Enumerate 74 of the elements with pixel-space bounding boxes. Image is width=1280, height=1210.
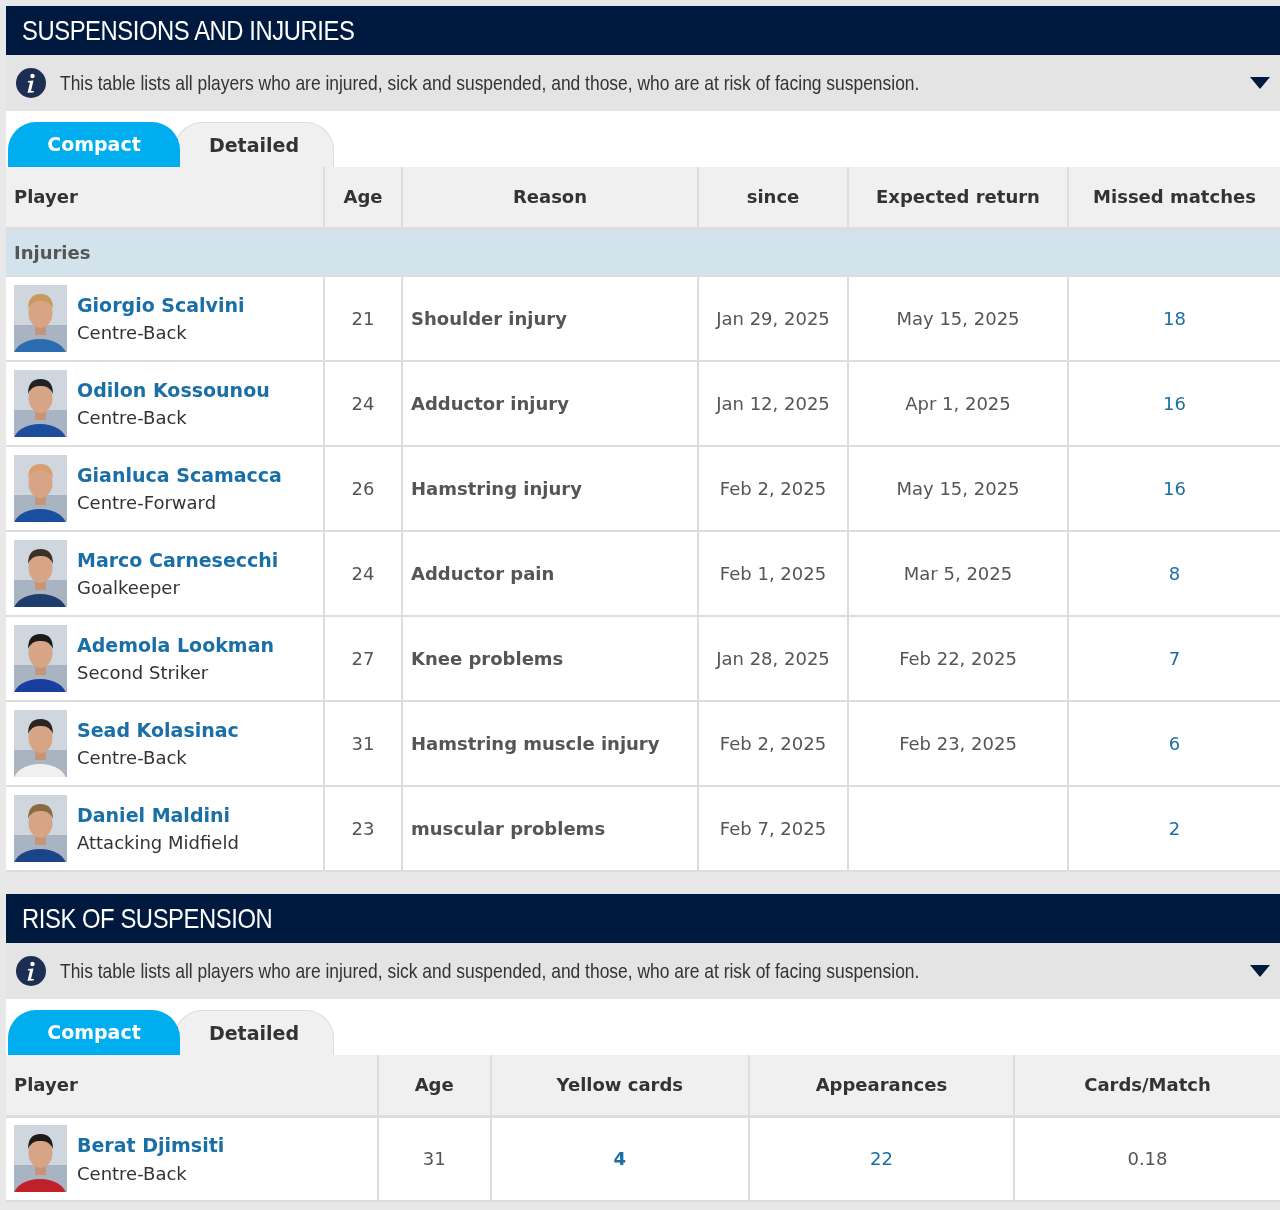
table-cell: 24 <box>324 531 402 616</box>
caret-icon[interactable] <box>1250 77 1270 89</box>
player-link[interactable]: Ademola Lookman <box>77 633 274 656</box>
section-title: SUSPENSIONS AND INJURIES <box>22 13 355 48</box>
column-header: Player <box>6 167 324 228</box>
table-cell: Apr 1, 2025 <box>848 361 1068 446</box>
reason-cell: Knee problems <box>402 616 698 701</box>
player-position: Centre-Back <box>77 746 188 771</box>
reason-cell: Shoulder injury <box>402 276 698 361</box>
column-header: Expected return <box>848 167 1068 228</box>
player-position: Second Striker <box>77 661 210 686</box>
player-link[interactable]: Giorgio Scalvini <box>77 293 245 316</box>
column-header: since <box>698 167 848 228</box>
table-cell: 26 <box>324 446 402 531</box>
table-cell: Feb 2, 2025 <box>698 701 848 786</box>
table-cell: 27 <box>324 616 402 701</box>
table-cell: Feb 22, 2025 <box>848 616 1068 701</box>
column-header: Appearances <box>748 1055 1014 1116</box>
player-position: Goalkeeper <box>77 576 181 601</box>
column-header: Reason <box>402 167 698 228</box>
reason-cell: Adductor pain <box>402 531 698 616</box>
player-link[interactable]: Gianluca Scamacca <box>77 463 282 486</box>
table-cell: 0.18 <box>1013 1116 1280 1201</box>
reason-cell: Hamstring injury <box>402 446 698 531</box>
table-cell: May 15, 2025 <box>848 446 1068 531</box>
player-position: Centre-Forward <box>77 491 218 516</box>
table-cell: Feb 7, 2025 <box>698 786 848 871</box>
player-position: Centre-Back <box>77 321 188 346</box>
caret-icon[interactable] <box>1250 965 1270 977</box>
value-link[interactable]: 4 <box>613 1148 627 1170</box>
table-cell: 31 <box>324 701 402 786</box>
value-link[interactable]: 6 <box>1168 733 1181 754</box>
player-position: Centre-Back <box>77 1161 188 1186</box>
value-link[interactable]: 2 <box>1168 818 1181 839</box>
table-cell: Feb 1, 2025 <box>698 531 848 616</box>
group-label: Injuries <box>6 228 1280 276</box>
table-cell: Jan 29, 2025 <box>698 276 848 361</box>
table-cell: 21 <box>324 276 402 361</box>
table-cell: Mar 5, 2025 <box>848 531 1068 616</box>
player-link[interactable]: Daniel Maldini <box>77 803 231 826</box>
column-header: Age <box>324 167 402 228</box>
table-cell: May 15, 2025 <box>848 276 1068 361</box>
info-text: This table lists all players who are injured, sick and suspended, and those, who are at risk of facing suspension. <box>60 958 920 985</box>
value-link[interactable]: 16 <box>1163 393 1186 414</box>
table-cell: Feb 2, 2025 <box>698 446 848 531</box>
player-link[interactable]: Odilon Kossounou <box>77 378 270 401</box>
player-link[interactable]: Sead Kolasinac <box>77 718 239 741</box>
column-header: Cards/Match <box>1013 1055 1280 1116</box>
table-cell: Jan 28, 2025 <box>698 616 848 701</box>
value-link[interactable]: 7 <box>1168 648 1181 669</box>
column-header: Player <box>6 1055 378 1116</box>
table-cell: 31 <box>377 1116 491 1201</box>
column-header: Missed matches <box>1068 167 1280 228</box>
player-position: Centre-Back <box>77 406 188 431</box>
player-position: Attacking Midfield <box>77 831 239 856</box>
player-link[interactable]: Berat Djimsiti <box>77 1134 225 1156</box>
table-cell: Feb 23, 2025 <box>848 701 1068 786</box>
value-link[interactable]: 22 <box>869 1148 893 1170</box>
table-cell: Jan 12, 2025 <box>698 361 848 446</box>
value-link[interactable]: 18 <box>1163 308 1186 329</box>
info-text: This table lists all players who are injured, sick and suspended, and those, who are at risk of facing suspension. <box>60 70 920 97</box>
value-link[interactable]: 16 <box>1163 478 1186 499</box>
section-title: RISK OF SUSPENSION <box>22 901 273 936</box>
reason-cell: Hamstring muscle injury <box>402 701 698 786</box>
info-icon <box>16 956 46 986</box>
reason-cell: Adductor injury <box>402 361 698 446</box>
table-cell: 24 <box>324 361 402 446</box>
reason-cell: muscular problems <box>402 786 698 871</box>
info-icon <box>16 68 46 98</box>
value-link[interactable]: 8 <box>1168 563 1181 584</box>
column-header: Yellow cards <box>490 1055 749 1116</box>
column-header: Age <box>377 1055 491 1116</box>
table-cell: 23 <box>324 786 402 871</box>
player-link[interactable]: Marco Carnesecchi <box>77 548 279 571</box>
